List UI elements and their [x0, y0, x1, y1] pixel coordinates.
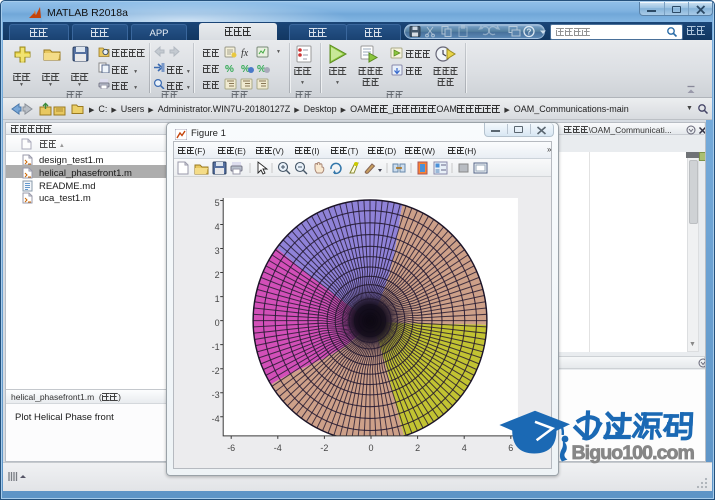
svg-text:4: 4 [215, 222, 220, 232]
svg-text:-6: -6 [227, 443, 235, 453]
svg-text:-1: -1 [212, 342, 220, 352]
svg-text:0: 0 [368, 443, 373, 453]
svg-text:-2: -2 [320, 443, 328, 453]
svg-text:-4: -4 [274, 443, 282, 453]
svg-text:-4: -4 [212, 414, 220, 424]
svg-text:5: 5 [215, 198, 220, 208]
svg-text:-2: -2 [212, 366, 220, 376]
svg-text:4: 4 [462, 443, 467, 453]
svg-text:1: 1 [215, 294, 220, 304]
svg-text:2: 2 [415, 443, 420, 453]
svg-text:3: 3 [215, 246, 220, 256]
svg-text:0: 0 [215, 318, 220, 328]
svg-text:-3: -3 [212, 390, 220, 400]
svg-text:2: 2 [215, 270, 220, 280]
svg-text:?: ? [527, 28, 532, 37]
svg-text:fx: fx [241, 48, 249, 58]
